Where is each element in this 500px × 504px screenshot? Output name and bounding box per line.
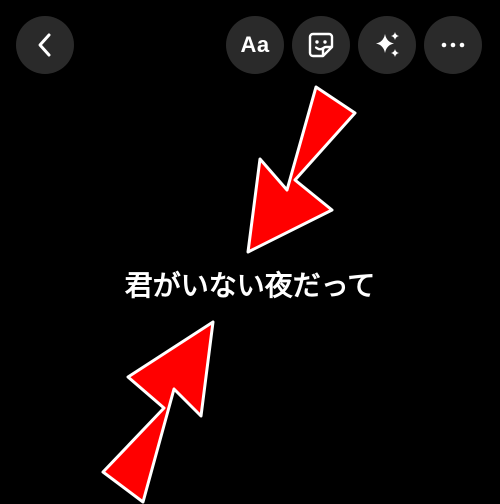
arrow-down-left	[246, 85, 357, 254]
annotation-arrows	[101, 85, 357, 504]
arrow-up-right	[101, 320, 215, 504]
story-canvas: Aa 君がいない夜だって	[0, 0, 500, 504]
